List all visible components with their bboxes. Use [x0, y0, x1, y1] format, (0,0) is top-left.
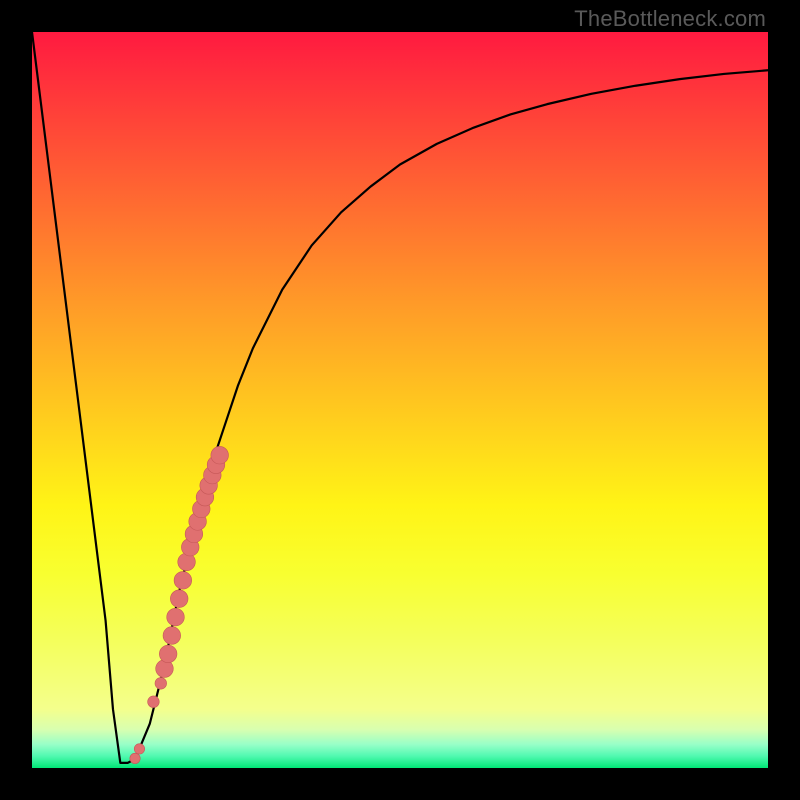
marker-dot — [163, 627, 181, 645]
marker-dot — [148, 696, 160, 708]
marker-dot — [174, 572, 192, 590]
marker-dot — [134, 744, 144, 754]
chart-svg — [32, 32, 768, 768]
bottleneck-curve — [32, 32, 768, 763]
marker-dot — [159, 645, 177, 663]
plot-area — [32, 32, 768, 768]
chart-frame — [32, 32, 768, 768]
marker-dot — [130, 753, 140, 763]
highlighted-markers — [130, 446, 229, 763]
marker-dot — [155, 678, 167, 690]
marker-dot — [170, 590, 188, 608]
marker-dot — [167, 608, 185, 626]
watermark-text: TheBottleneck.com — [574, 6, 766, 32]
marker-dot — [211, 446, 229, 464]
